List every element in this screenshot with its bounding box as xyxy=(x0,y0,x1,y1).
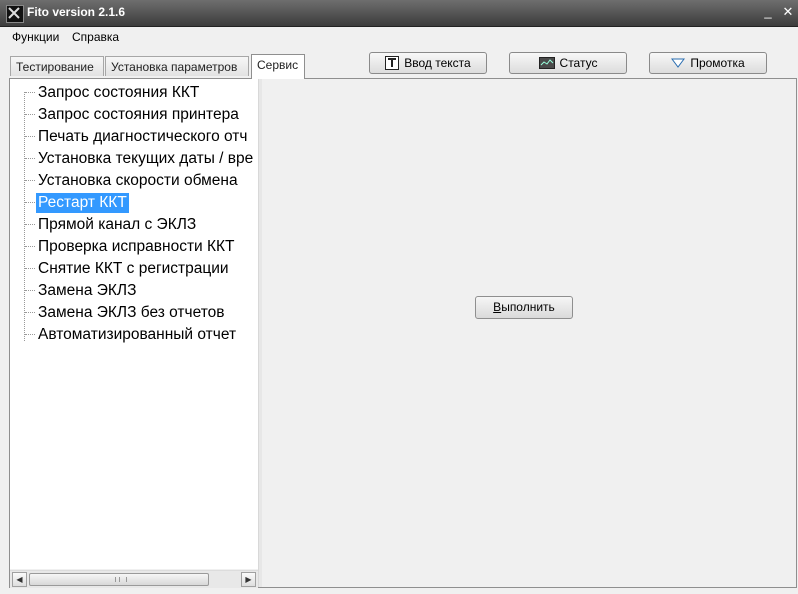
scroll-label: Промотка xyxy=(690,56,745,70)
close-button[interactable]: ✕ xyxy=(780,4,796,20)
scrollbar-thumb[interactable] xyxy=(29,573,209,586)
tree-item-replace-eklz-no-reports[interactable]: Замена ЭКЛЗ без отчетов xyxy=(36,303,227,323)
tree-guide-line xyxy=(24,92,25,341)
scroll-button[interactable]: Промотка xyxy=(649,52,767,74)
tree-branch xyxy=(25,312,35,313)
tree-branch xyxy=(25,202,35,203)
tree-item-eklz-channel[interactable]: Прямой канал с ЭКЛЗ xyxy=(36,215,198,235)
tree-horizontal-scrollbar[interactable]: ◀ ▶ xyxy=(10,570,258,588)
tree-branch xyxy=(25,268,35,269)
tree-item-kkt-check[interactable]: Проверка исправности ККТ xyxy=(36,237,237,257)
tab-parameters[interactable]: Установка параметров xyxy=(105,56,249,76)
execute-accel: В xyxy=(493,300,502,314)
status-button[interactable]: Статус xyxy=(509,52,627,74)
menu-bar: Функции Справка xyxy=(0,27,798,47)
execute-button[interactable]: Выполнить xyxy=(475,296,573,319)
tree-branch xyxy=(25,136,35,137)
tab-testing[interactable]: Тестирование xyxy=(10,56,104,76)
tree-item-replace-eklz[interactable]: Замена ЭКЛЗ xyxy=(36,281,138,301)
menu-functions[interactable]: Функции xyxy=(12,30,59,44)
execute-label: ыполнить xyxy=(501,300,555,314)
tree-item-kkt-status[interactable]: Запрос состояния ККТ xyxy=(36,83,201,103)
window-title: Fito version 2.1.6 xyxy=(27,5,126,19)
app-icon xyxy=(6,5,24,23)
tree-item-diagnostic-print[interactable]: Печать диагностического отч xyxy=(36,127,249,147)
tree-item-baud-rate[interactable]: Установка скорости обмена xyxy=(36,171,240,191)
minimize-button[interactable]: _ xyxy=(760,4,776,20)
tree-branch xyxy=(25,290,35,291)
tab-service[interactable]: Сервис xyxy=(251,54,305,79)
tree-item-printer-status[interactable]: Запрос состояния принтера xyxy=(36,105,241,125)
tree-branch xyxy=(25,92,35,93)
triangle-down-icon xyxy=(671,58,686,68)
tree-item-auto-report[interactable]: Автоматизированный отчет xyxy=(36,325,238,345)
tree-item-set-datetime[interactable]: Установка текущих даты / вре xyxy=(36,149,255,169)
tree-branch xyxy=(25,224,35,225)
status-label: Статус xyxy=(559,56,598,70)
text-icon xyxy=(385,56,400,70)
text-input-button[interactable]: Ввод текста xyxy=(369,52,487,74)
tree-branch xyxy=(25,246,35,247)
tree-item-deregister[interactable]: Снятие ККТ с регистрации xyxy=(36,259,231,279)
action-panel xyxy=(262,79,796,587)
title-bar[interactable]: Fito version 2.1.6 _ ✕ xyxy=(0,0,798,27)
menu-help[interactable]: Справка xyxy=(72,30,119,44)
tree-branch xyxy=(25,158,35,159)
scroll-left-icon[interactable]: ◀ xyxy=(12,572,27,587)
tree-branch xyxy=(25,334,35,335)
tree-branch xyxy=(25,114,35,115)
monitor-icon xyxy=(538,57,555,69)
tree-item-restart-kkt[interactable]: Рестарт ККТ xyxy=(36,193,129,213)
scroll-right-icon[interactable]: ▶ xyxy=(241,572,256,587)
grip-icon xyxy=(115,577,127,582)
tree-branch xyxy=(25,180,35,181)
service-tree[interactable]: Запрос состояния ККТ Запрос состояния пр… xyxy=(10,79,258,569)
text-input-label: Ввод текста xyxy=(404,56,471,70)
